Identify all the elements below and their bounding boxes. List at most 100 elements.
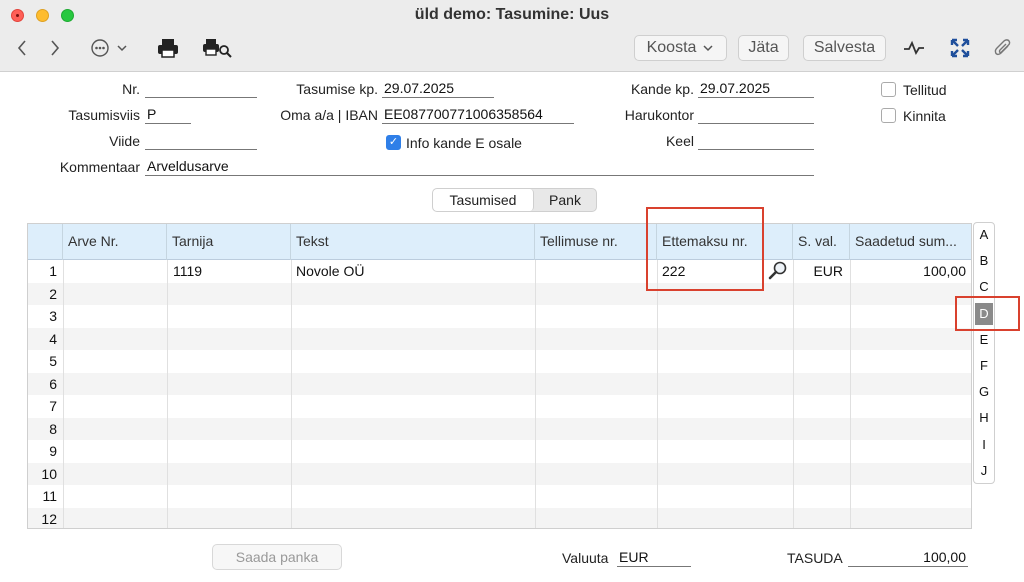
row-number: 5 (49, 353, 57, 369)
harukontor-label: Harukontor (624, 107, 694, 123)
table-row[interactable]: 4 (28, 327, 971, 350)
attachment-icon[interactable] (992, 36, 1014, 60)
column-header-tekst[interactable]: Tekst (291, 224, 535, 260)
row-number: 1 (49, 263, 57, 279)
salvesta-button[interactable]: Salvesta (803, 35, 886, 61)
column-divider (535, 260, 536, 528)
keel-label: Keel (665, 133, 694, 149)
row-number: 3 (49, 308, 57, 324)
letter-index-i[interactable]: I (974, 434, 994, 456)
table-row[interactable]: 10 (28, 462, 971, 485)
highlight-ettemaksu-column (646, 207, 764, 291)
row-number: 10 (41, 465, 57, 482)
oma-iban-field[interactable]: EE087700771006358564 (382, 106, 574, 124)
info-kande-label: Info kande E osale (406, 135, 522, 151)
letter-index-a[interactable]: A (974, 224, 994, 246)
kommentaar-field[interactable]: Arveldusarve (145, 158, 814, 176)
chevron-down-icon (703, 45, 713, 52)
koosta-label: Koosta (646, 39, 697, 56)
letter-index-b[interactable]: B (974, 250, 994, 272)
letter-index-g[interactable]: G (974, 381, 994, 403)
forward-icon[interactable] (45, 36, 65, 60)
valuuta-label: Valuuta (562, 550, 609, 566)
koosta-button[interactable]: Koosta (634, 35, 727, 61)
tasumise-kp-field[interactable]: 29.07.2025 (382, 80, 494, 98)
table-row[interactable]: 2 (28, 282, 971, 305)
row-number: 6 (49, 375, 57, 392)
cell-tellimuse-nr[interactable] (540, 260, 652, 282)
table-row[interactable]: 12 (28, 507, 971, 528)
lookup-magnifier-icon[interactable] (767, 260, 789, 280)
print-preview-icon[interactable] (202, 36, 232, 60)
back-icon[interactable] (12, 36, 32, 60)
column-header-saadetud-sum[interactable]: Saadetud sum... (850, 224, 971, 260)
row-number: 8 (49, 420, 57, 437)
kande-kp-label: Kande kp. (630, 81, 694, 97)
row-number: 9 (49, 443, 57, 459)
cell-saadetud-sum[interactable]: 100,00 (854, 260, 966, 282)
letter-index-h[interactable]: H (974, 407, 994, 429)
table-row[interactable]: 9 (28, 440, 971, 463)
letter-index-e[interactable]: E (974, 329, 994, 351)
viide-field[interactable] (145, 132, 257, 150)
letter-index: ABCDEFGHIJ (973, 222, 995, 484)
tasumisviis-field[interactable]: P (145, 106, 191, 124)
tasuda-field: 100,00 (848, 549, 968, 567)
column-header-tellimuse-nr[interactable]: Tellimuse nr. (535, 224, 657, 260)
valuuta-field[interactable]: EUR (617, 549, 691, 567)
jata-button[interactable]: Jäta (738, 35, 789, 61)
highlight-letter-d (955, 296, 1020, 331)
tasumisviis-label: Tasumisviis (68, 107, 140, 123)
tellitud-label: Tellitud (903, 82, 947, 98)
tab-tasumised[interactable]: Tasumised (433, 189, 534, 211)
row-number: 4 (49, 330, 57, 347)
tellitud-checkbox[interactable] (881, 82, 896, 97)
oma-iban-label: Oma a/a | IBAN (280, 107, 378, 123)
table-row[interactable]: 3 (28, 305, 971, 328)
table-row[interactable]: 5 (28, 350, 971, 373)
table-row[interactable]: 11 (28, 485, 971, 508)
nr-label: Nr. (122, 81, 140, 97)
harukontor-field[interactable] (698, 106, 814, 124)
column-divider (167, 260, 168, 528)
table-row[interactable]: 6 (28, 372, 971, 395)
activity-icon[interactable] (902, 36, 926, 60)
kinnita-checkbox[interactable] (881, 108, 896, 123)
cell-tekst[interactable]: Novole OÜ (296, 260, 531, 282)
window-title: üld demo: Tasumine: Uus (414, 6, 610, 23)
letter-index-f[interactable]: F (974, 355, 994, 377)
info-kande-checkbox[interactable]: ✓ (386, 135, 401, 150)
table-row[interactable]: 1 1119 Novole OÜ 222 EUR 100,00 (28, 260, 971, 283)
tasuda-label: TASUDA (787, 550, 843, 566)
keel-field[interactable] (698, 132, 814, 150)
nr-field[interactable] (145, 80, 257, 98)
saada-panka-button[interactable]: Saada panka (212, 544, 342, 570)
more-actions-icon[interactable] (90, 36, 132, 60)
column-header-arve-nr[interactable]: Arve Nr. (63, 224, 167, 260)
column-header-tarnija[interactable]: Tarnija (167, 224, 291, 260)
kinnita-label: Kinnita (903, 108, 946, 124)
column-header-s-val[interactable]: S. val. (793, 224, 850, 260)
title-bar: üld demo: Tasumine: Uus Koosta Jäta Salv… (0, 0, 1024, 72)
viide-label: Viide (109, 133, 140, 149)
expand-icon[interactable] (948, 36, 972, 60)
column-divider (291, 260, 292, 528)
row-number: 11 (42, 488, 57, 504)
table-row[interactable]: 7 (28, 395, 971, 418)
cell-arve-nr[interactable] (67, 260, 163, 282)
row-number: 2 (49, 285, 57, 302)
column-divider (850, 260, 851, 528)
tab-group: Tasumised Pank (432, 188, 597, 212)
row-number: 12 (41, 510, 57, 527)
tab-pank[interactable]: Pank (534, 189, 596, 211)
column-divider (63, 260, 64, 528)
cell-tarnija[interactable]: 1119 (173, 260, 288, 282)
kommentaar-label: Kommentaar (59, 159, 140, 175)
print-icon[interactable] (156, 36, 180, 60)
cell-s-val[interactable]: EUR (795, 260, 843, 282)
letter-index-j[interactable]: J (974, 460, 994, 482)
tasumise-kp-label: Tasumise kp. (296, 81, 378, 97)
table-row[interactable]: 8 (28, 417, 971, 440)
table-header: Arve Nr. Tarnija Tekst Tellimuse nr. Ett… (28, 224, 971, 260)
kande-kp-field[interactable]: 29.07.2025 (698, 80, 814, 98)
